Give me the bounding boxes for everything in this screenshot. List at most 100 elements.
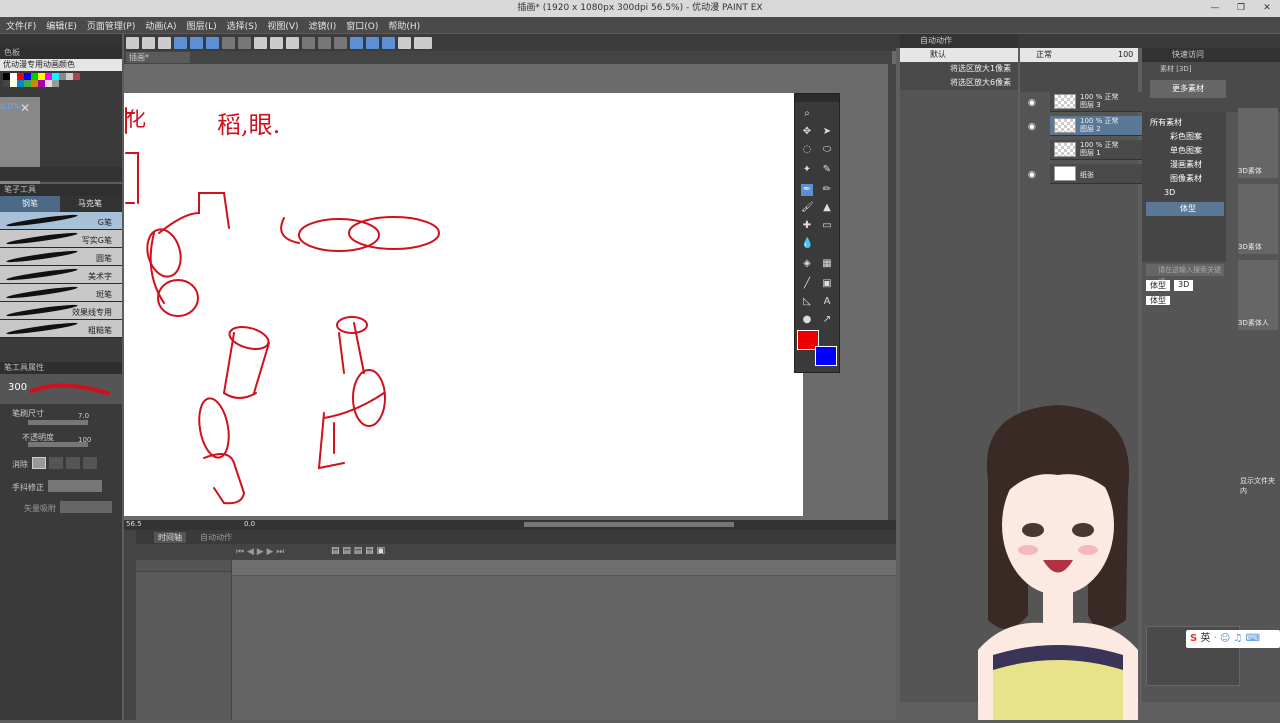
drawing-canvas[interactable]: 稻,眼. 化 — [124, 93, 803, 516]
list-item[interactable]: 效果线专用 — [0, 302, 122, 320]
frame-icon[interactable]: ▣ — [821, 278, 833, 290]
layer-row[interactable]: 纸张 — [1050, 164, 1154, 184]
close-icon[interactable]: ✕ — [20, 101, 30, 115]
material-tab[interactable]: 素材 [3D] — [1142, 62, 1280, 76]
palette-set-dropdown[interactable]: 优动漫专用动画颜色 — [0, 59, 122, 71]
minimize-icon[interactable]: — — [1202, 0, 1228, 17]
menu-page[interactable]: 页面管理(P) — [87, 19, 135, 32]
opacity-slider[interactable] — [28, 442, 88, 447]
menu-layer[interactable]: 图层(L) — [187, 19, 217, 32]
list-item[interactable]: 粗糙笔 — [0, 320, 122, 338]
zoom-icon[interactable]: ⌕ — [801, 108, 813, 120]
ruler-icon[interactable]: ◺ — [801, 296, 813, 308]
pen-icon[interactable]: ✒ — [801, 184, 813, 196]
swatch[interactable] — [66, 73, 73, 80]
antialias-medium[interactable] — [66, 457, 80, 469]
swatch[interactable] — [38, 73, 45, 80]
menu-view[interactable]: 视图(V) — [267, 19, 298, 32]
object-select-icon[interactable]: ➤ — [821, 126, 833, 138]
action-set-dropdown[interactable]: 默认 — [900, 48, 1018, 62]
menu-select[interactable]: 选择(S) — [227, 19, 258, 32]
redo-icon[interactable] — [238, 36, 251, 49]
list-item[interactable]: 美术字 — [0, 266, 122, 284]
tree-item[interactable]: 3D — [1164, 186, 1175, 200]
eye-icon[interactable]: ◉ — [1028, 170, 1036, 180]
clear-icon[interactable] — [270, 36, 283, 49]
swatch[interactable] — [24, 80, 31, 87]
antialias-none[interactable] — [32, 457, 46, 469]
pencil-icon[interactable]: ✏ — [821, 184, 833, 196]
open-file-icon[interactable] — [142, 36, 155, 49]
menu-edit[interactable]: 编辑(E) — [46, 19, 77, 32]
correct-line-icon[interactable]: ↗ — [821, 314, 833, 326]
playback-controls-icon[interactable]: ⏮ ◀ ▶ ▶ ⏭ — [236, 547, 284, 557]
material-thumb[interactable]: 3D素体 — [1238, 184, 1278, 254]
auto-select-icon[interactable]: ✦ — [801, 164, 813, 176]
decoration-icon[interactable]: ✚ — [801, 220, 813, 232]
list-item[interactable]: 圆笔 — [0, 248, 122, 266]
crop-icon[interactable] — [302, 36, 315, 49]
swatch[interactable] — [45, 80, 52, 87]
swatch[interactable] — [3, 80, 10, 87]
ime-toolbar[interactable]: S 英 · ☺ ♫ ⌨ — [1186, 630, 1280, 648]
tab-marker[interactable]: 马克笔 — [60, 196, 120, 212]
tag-chip[interactable]: 体型 — [1146, 280, 1170, 291]
tree-item[interactable]: 单色图案 — [1170, 144, 1202, 158]
swatch[interactable] — [10, 73, 17, 80]
menu-filter[interactable]: 滤镜(I) — [309, 19, 337, 32]
swatch[interactable] — [31, 73, 38, 80]
swatch[interactable] — [52, 80, 59, 87]
tree-item[interactable]: 图像素材 — [1170, 172, 1202, 186]
gradient-icon[interactable]: ▦ — [821, 258, 833, 270]
list-item[interactable]: 写实G笔 — [0, 230, 122, 248]
maximize-icon[interactable]: ❐ — [1228, 0, 1254, 17]
eyedropper-icon[interactable]: ✎ — [821, 164, 833, 176]
menu-file[interactable]: 文件(F) — [6, 19, 36, 32]
swatch[interactable] — [3, 73, 10, 80]
quick-access-tab[interactable]: 快速访问 — [1142, 48, 1280, 62]
tree-item[interactable]: 所有素材 — [1150, 116, 1182, 130]
menu-animation[interactable]: 动画(A) — [145, 19, 176, 32]
material-thumb[interactable]: 3D素体人 — [1238, 260, 1278, 330]
eye-icon[interactable]: ◉ — [1028, 98, 1036, 108]
blend-icon[interactable]: 💧 — [801, 238, 813, 250]
list-item[interactable]: 将选区放大6像素 — [900, 76, 1018, 90]
background-color-swatch[interactable] — [815, 346, 837, 366]
list-item[interactable]: 斑笔 — [0, 284, 122, 302]
more-materials-button[interactable]: 更多素材 — [1150, 80, 1226, 98]
material-thumb[interactable]: 3D素体 — [1238, 108, 1278, 178]
antialias-weak[interactable] — [49, 457, 63, 469]
airbrush-icon[interactable]: ▲ — [821, 202, 833, 214]
timeline-track-header[interactable] — [136, 560, 231, 572]
undo-icon[interactable] — [222, 36, 235, 49]
layer-row[interactable]: 100 % 正常 图层 2 — [1050, 116, 1154, 136]
deselect-icon[interactable] — [318, 36, 331, 49]
eraser-icon[interactable]: ▭ — [821, 220, 833, 232]
swatch[interactable] — [17, 73, 24, 80]
lasso-icon[interactable]: ◌ — [801, 144, 813, 156]
palette-tab[interactable]: 色板 — [0, 47, 122, 59]
balloon-icon[interactable]: ● — [801, 314, 813, 326]
vector-snap-slider[interactable] — [60, 501, 112, 513]
list-item[interactable]: G笔 — [0, 212, 122, 230]
tab-auto-action[interactable]: 自动动作 — [200, 532, 232, 543]
swatch[interactable] — [59, 73, 66, 80]
fill-icon[interactable]: ◈ — [801, 258, 813, 270]
tree-item[interactable]: 漫画素材 — [1170, 158, 1202, 172]
antialias-strong[interactable] — [83, 457, 97, 469]
swatch[interactable] — [52, 73, 59, 80]
brush-size-slider[interactable] — [28, 420, 88, 425]
ruler-icon[interactable] — [350, 36, 363, 49]
snap-icon[interactable] — [366, 36, 379, 49]
swatch[interactable] — [31, 80, 38, 87]
menu-window[interactable]: 窗口(O) — [346, 19, 378, 32]
swatch[interactable] — [17, 80, 24, 87]
layer-row[interactable]: 100 % 正常 图层 3 — [1050, 92, 1154, 112]
ime-mode[interactable]: 英 — [1200, 633, 1210, 644]
swatch[interactable] — [38, 80, 45, 87]
eye-icon[interactable]: ◉ — [1028, 122, 1036, 132]
ime-tools-icon[interactable]: · ☺ ♫ ⌨ — [1214, 633, 1261, 644]
swatch[interactable] — [10, 80, 17, 87]
text-icon[interactable]: A — [821, 296, 833, 308]
swatch[interactable] — [24, 73, 31, 80]
